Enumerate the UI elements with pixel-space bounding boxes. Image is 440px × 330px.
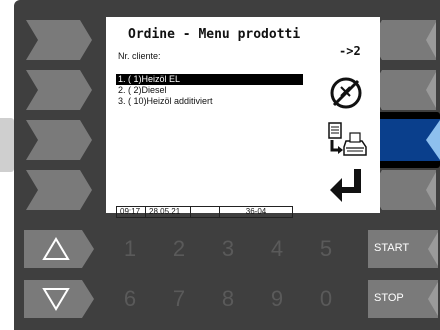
stop-button[interactable]: STOP [368,280,438,318]
start-button[interactable]: START [368,230,438,268]
status-blank-field [191,207,220,217]
print-icon [326,121,370,165]
arrow-down-key[interactable] [24,280,94,318]
device-side-handle [0,118,14,172]
product-item-3[interactable]: 3. ( 10)Heizöl additiviert [116,96,303,107]
cancel-icon [328,75,364,115]
numkey-6[interactable]: 6 [112,280,148,318]
left-softkey-3[interactable] [26,120,92,160]
terminal-panel: Ordine - Menu prodotti ->2 Nr. cliente: … [14,0,440,330]
status-bar: 09:17 28.05.21 36-04 [116,206,293,218]
enter-icon [328,167,368,207]
page-indicator: ->2 [339,44,361,58]
status-date: 28.05.21 [146,207,191,217]
status-time: 09:17 [117,207,146,217]
numkey-0[interactable]: 0 [308,280,344,318]
numkey-9[interactable]: 9 [259,280,295,318]
display-screen: Ordine - Menu prodotti ->2 Nr. cliente: … [106,17,380,218]
numkey-7[interactable]: 7 [161,280,197,318]
numkey-2[interactable]: 2 [161,230,197,268]
numkey-3[interactable]: 3 [210,230,246,268]
status-code: 36-04 [245,207,267,216]
numkey-8[interactable]: 8 [210,280,246,318]
stop-button-label: STOP [374,292,404,304]
left-softkey-2[interactable] [26,70,92,110]
start-button-label: START [374,242,410,254]
left-softkey-1[interactable] [26,20,92,60]
customer-number-label: Nr. cliente: [118,51,161,61]
numkey-4[interactable]: 4 [259,230,295,268]
numkey-5[interactable]: 5 [308,230,344,268]
left-softkey-4[interactable] [26,170,92,210]
keypad-row-1: 1 2 3 4 5 START [14,226,440,272]
product-list: 1. ( 1)Heizöl EL 2. ( 2)Diesel 3. ( 10)H… [116,74,303,107]
product-item-2[interactable]: 2. ( 2)Diesel [116,85,303,96]
arrow-up-key[interactable] [24,230,94,268]
keypad-row-2: 6 7 8 9 0 STOP [14,276,440,322]
screen-title: Ordine - Menu prodotti [128,27,301,42]
numkey-1[interactable]: 1 [112,230,148,268]
product-item-1[interactable]: 1. ( 1)Heizöl EL [116,74,303,85]
